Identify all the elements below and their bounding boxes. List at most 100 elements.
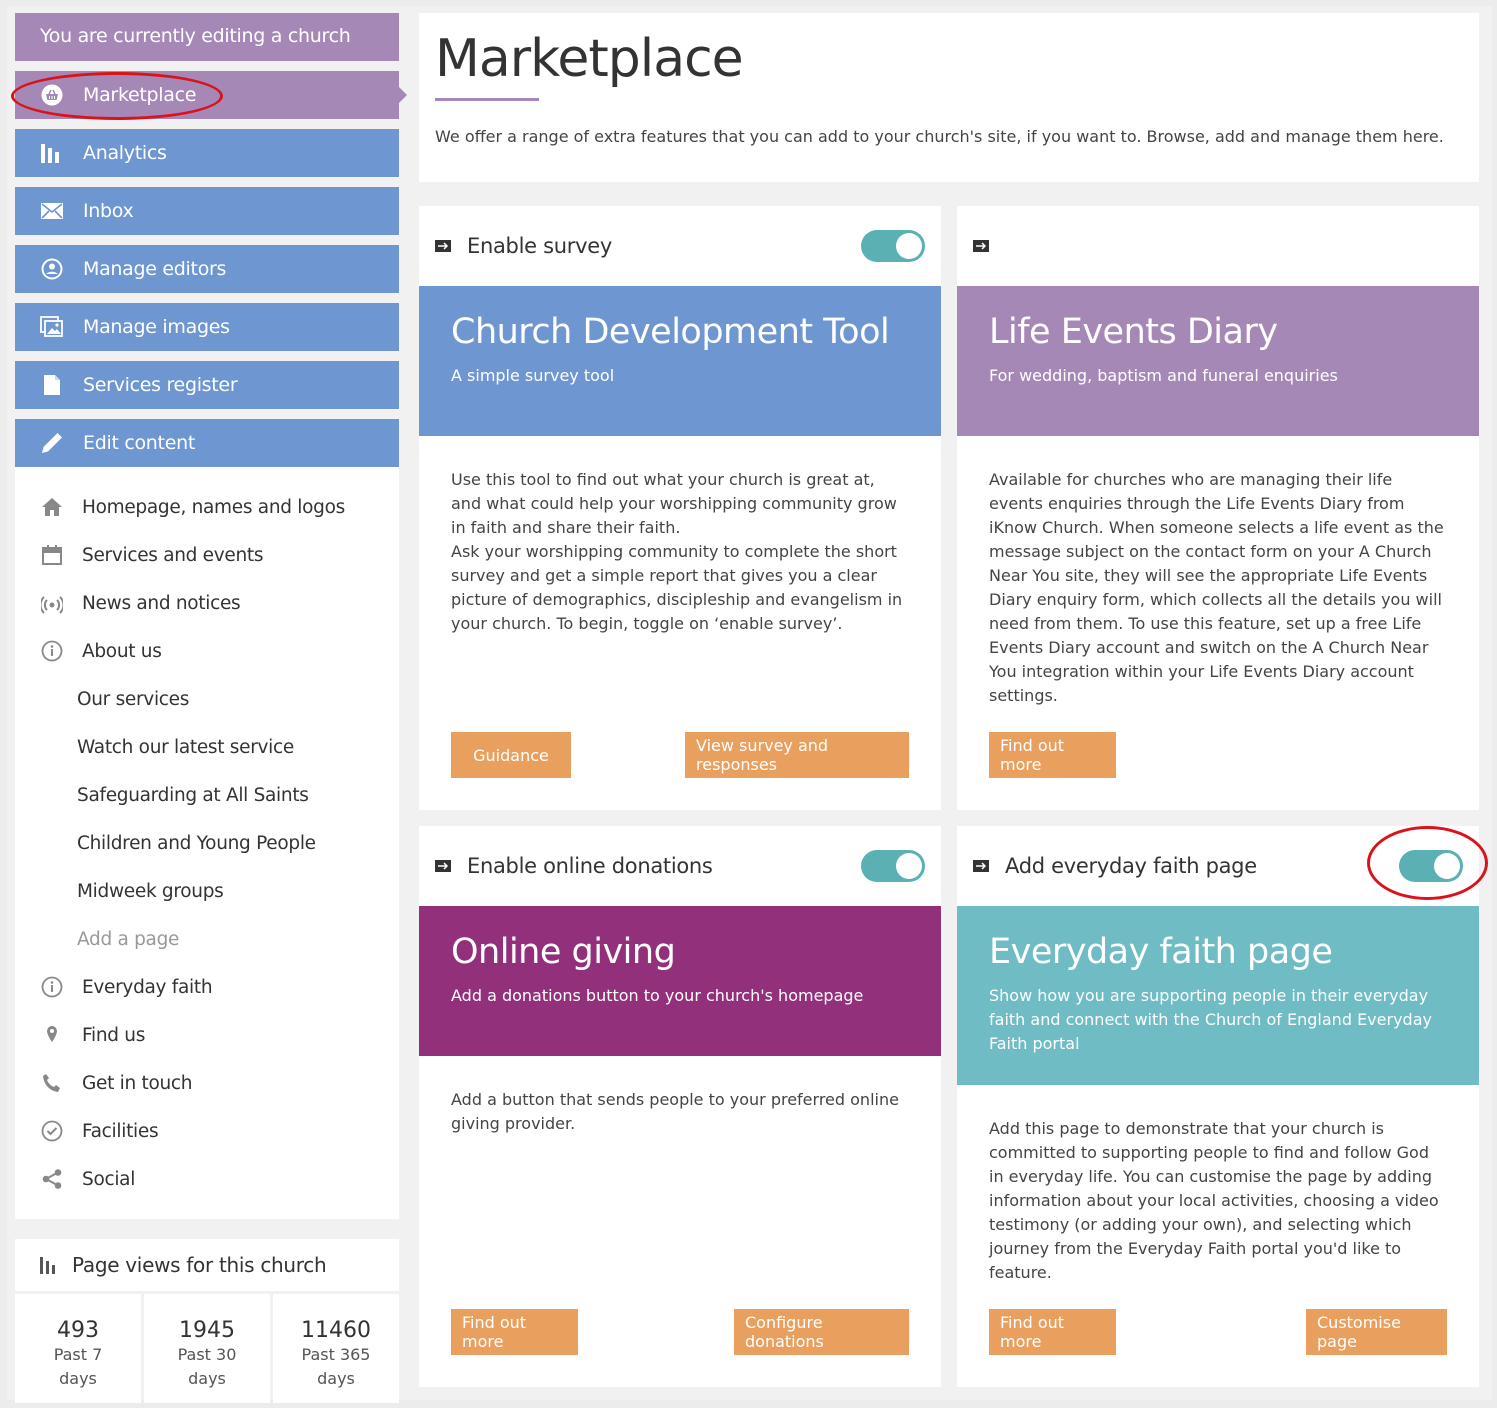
share-icon <box>40 1167 64 1191</box>
nav-label: Edit content <box>83 432 195 454</box>
find-out-more-button[interactable]: Find out more <box>989 732 1116 778</box>
submenu-add-page[interactable]: Add a page <box>15 915 179 963</box>
arrow-right-icon <box>435 240 451 252</box>
nav-label: Services register <box>83 374 238 396</box>
submenu-news-notices[interactable]: News and notices <box>15 579 241 627</box>
banner-title: Life Events Diary <box>989 312 1278 352</box>
toggle-label: Enable survey <box>467 234 612 258</box>
nav-edit-content[interactable]: Edit content <box>15 419 399 467</box>
submenu-facilities[interactable]: Facilities <box>15 1107 159 1155</box>
toggle-label: Enable online donations <box>467 854 713 878</box>
configure-donations-button[interactable]: Configure donations <box>734 1309 909 1355</box>
submenu-everyday-faith[interactable]: Everyday faith <box>15 963 213 1011</box>
stat-past-365: 11460 Past 365 days <box>273 1294 399 1403</box>
card-toggle-row <box>957 206 1479 286</box>
nav-manage-editors[interactable]: Manage editors <box>15 245 399 293</box>
nav-label: Inbox <box>83 200 134 222</box>
card-everyday-faith: Add everyday faith page Everyday faith p… <box>957 826 1479 1387</box>
card-online-giving: Enable online donations Online giving Ad… <box>419 826 941 1387</box>
nav-label: Manage editors <box>83 258 227 280</box>
envelope-icon <box>40 199 64 223</box>
banner-subtitle: Show how you are supporting people in th… <box>989 986 1432 1053</box>
submenu-watch-latest-service[interactable]: Watch our latest service <box>15 723 294 771</box>
find-out-more-button[interactable]: Find out more <box>989 1309 1116 1355</box>
banner-subtitle: For wedding, baptism and funeral enquiri… <box>989 366 1338 385</box>
customise-page-button[interactable]: Customise page <box>1306 1309 1447 1355</box>
map-pin-icon <box>40 1023 64 1047</box>
page-views-grid: 493 Past 7 days 1945 Past 30 days 11460 … <box>15 1294 399 1403</box>
pencil-icon <box>40 431 64 455</box>
card-life-events-diary: Life Events Diary For wedding, baptism a… <box>957 206 1479 810</box>
page-description: We offer a range of extra features that … <box>435 127 1444 146</box>
nav-inbox[interactable]: Inbox <box>15 187 399 235</box>
nav-label: Manage images <box>83 316 230 338</box>
find-out-more-button[interactable]: Find out more <box>451 1309 578 1355</box>
page-title: Marketplace <box>435 29 744 89</box>
broadcast-icon <box>40 591 64 615</box>
calendar-icon <box>40 543 64 567</box>
arrow-right-icon <box>973 240 989 252</box>
card-banner: Life Events Diary For wedding, baptism a… <box>957 286 1479 436</box>
card-description: Use this tool to find out what your chur… <box>451 470 903 633</box>
page-views-panel: Page views for this church 493 Past 7 da… <box>15 1239 399 1403</box>
page-views-title: Page views for this church <box>72 1253 327 1277</box>
sidebar: You are currently editing a church Marke… <box>15 13 407 1403</box>
toggle-label: Add everyday faith page <box>1005 854 1257 878</box>
toggle-knob <box>1434 853 1460 879</box>
nav-analytics[interactable]: Analytics <box>15 129 399 177</box>
user-circle-icon <box>40 257 64 281</box>
nav-label: Analytics <box>83 142 167 164</box>
arrow-right-icon <box>973 860 989 872</box>
file-icon <box>40 373 64 397</box>
nav-manage-images[interactable]: Manage images <box>15 303 399 351</box>
submenu-about-us[interactable]: About us <box>15 627 162 675</box>
submenu-services-events[interactable]: Services and events <box>15 531 264 579</box>
card-banner: Online giving Add a donations button to … <box>419 906 941 1056</box>
card-toggle-row: Add everyday faith page <box>957 826 1479 906</box>
card-description: Add this page to demonstrate that your c… <box>989 1119 1439 1282</box>
card-description: Available for churches who are managing … <box>989 470 1444 705</box>
card-toggle-row: Enable online donations <box>419 826 941 906</box>
content-submenu: Homepage, names and logos Services and e… <box>15 467 399 1219</box>
active-arrow <box>399 87 407 103</box>
images-icon <box>40 315 64 339</box>
editing-banner: You are currently editing a church <box>15 13 399 61</box>
nav-marketplace[interactable]: Marketplace <box>15 71 407 119</box>
card-description: Add a button that sends people to your p… <box>451 1090 899 1133</box>
card-church-development-tool: Enable survey Church Development Tool A … <box>419 206 941 810</box>
guidance-button[interactable]: Guidance <box>451 732 571 778</box>
marketplace-header: Marketplace We offer a range of extra fe… <box>419 13 1479 182</box>
submenu-find-us[interactable]: Find us <box>15 1011 145 1059</box>
banner-subtitle: Add a donations button to your church's … <box>451 986 864 1005</box>
submenu-midweek-groups[interactable]: Midweek groups <box>15 867 224 915</box>
card-banner: Everyday faith page Show how you are sup… <box>957 906 1479 1085</box>
home-icon <box>40 495 64 519</box>
banner-title: Church Development Tool <box>451 312 890 352</box>
everyday-faith-toggle[interactable] <box>1399 850 1463 882</box>
bar-chart-icon <box>40 141 64 165</box>
enable-survey-toggle[interactable] <box>861 230 925 262</box>
nav-label: Marketplace <box>83 84 197 106</box>
banner-title: Everyday faith page <box>989 932 1333 972</box>
submenu-our-services[interactable]: Our services <box>15 675 189 723</box>
toggle-knob <box>896 853 922 879</box>
nav-services-register[interactable]: Services register <box>15 361 399 409</box>
card-toggle-row: Enable survey <box>419 206 941 286</box>
submenu-children-young-people[interactable]: Children and Young People <box>15 819 316 867</box>
arrow-right-icon <box>435 860 451 872</box>
submenu-homepage[interactable]: Homepage, names and logos <box>15 483 345 531</box>
toggle-knob <box>896 233 922 259</box>
submenu-safeguarding[interactable]: Safeguarding at All Saints <box>15 771 309 819</box>
submenu-social[interactable]: Social <box>15 1155 135 1203</box>
banner-title: Online giving <box>451 932 676 972</box>
enable-donations-toggle[interactable] <box>861 850 925 882</box>
banner-subtitle: A simple survey tool <box>451 366 615 385</box>
view-survey-button[interactable]: View survey and responses <box>685 732 909 778</box>
page-views-header: Page views for this church <box>15 1239 399 1291</box>
stat-past-30: 1945 Past 30 days <box>144 1294 270 1403</box>
check-circle-icon <box>40 1119 64 1143</box>
submenu-get-in-touch[interactable]: Get in touch <box>15 1059 193 1107</box>
bar-chart-icon <box>40 1256 60 1274</box>
phone-icon <box>40 1071 64 1095</box>
info-icon <box>40 975 64 999</box>
